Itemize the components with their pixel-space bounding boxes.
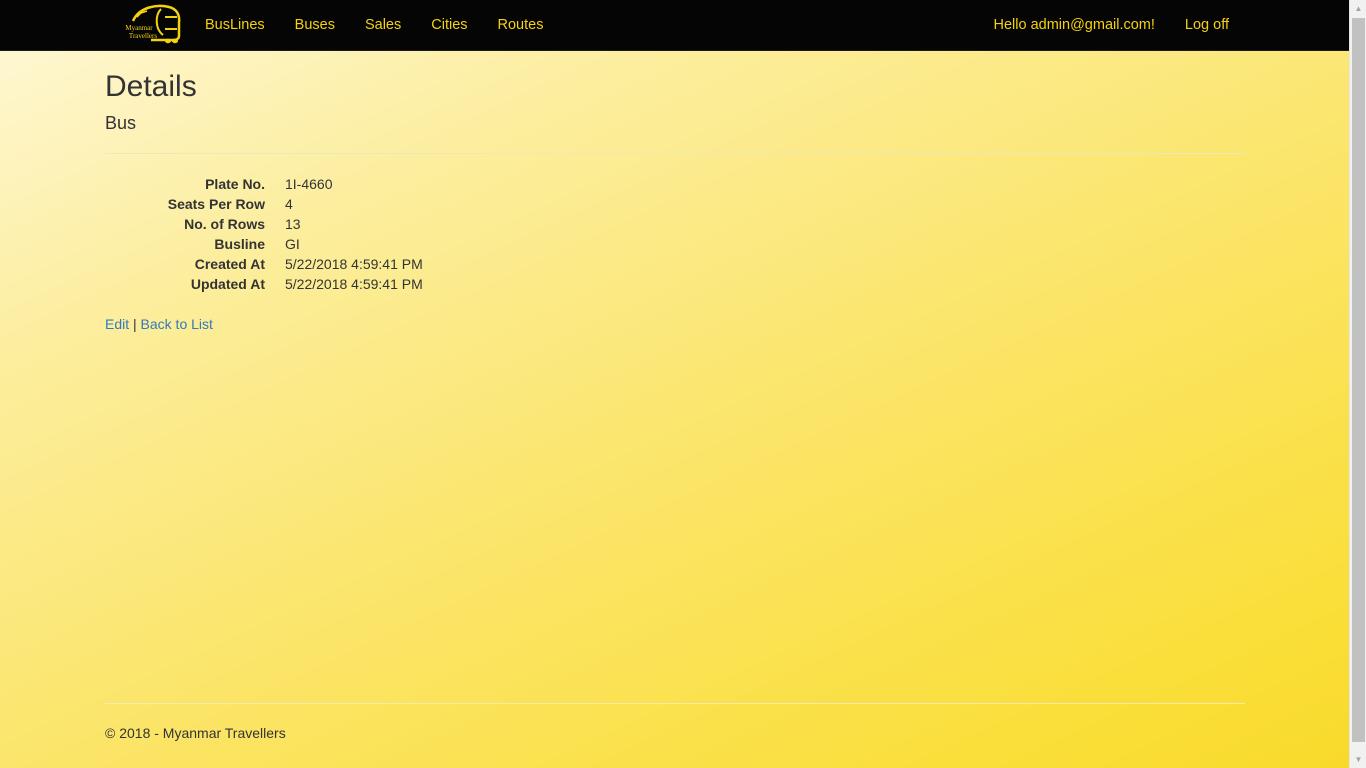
- scrollbar-thumb[interactable]: [1352, 18, 1365, 742]
- detail-label: Plate No.: [205, 176, 265, 192]
- nav-link-buslines[interactable]: BusLines: [190, 17, 280, 33]
- divider: [105, 153, 1245, 154]
- nav-link-routes[interactable]: Routes: [483, 17, 559, 33]
- detail-row-seats-per-row: Seats Per Row 4: [105, 194, 1245, 214]
- detail-row-rows: No. of Rows 13: [105, 214, 1245, 234]
- nav-link-cities[interactable]: Cities: [416, 17, 482, 33]
- detail-value: 1I-4660: [285, 176, 333, 192]
- vertical-scrollbar[interactable]: ▲ ▼: [1349, 0, 1366, 768]
- detail-value: 13: [285, 216, 301, 232]
- footer: © 2018 - Myanmar Travellers: [105, 703, 1245, 741]
- nav-link-buses[interactable]: Buses: [280, 17, 350, 33]
- detail-label: Updated At: [190, 276, 265, 292]
- details-section: Bus Plate No. 1I-4660 Seats Per Row 4 No…: [105, 113, 1245, 294]
- footer-copyright: © 2018 - Myanmar Travellers: [105, 725, 286, 741]
- detail-row-updated-at: Updated At 5/22/2018 4:59:41 PM: [105, 274, 1245, 294]
- detail-value: 5/22/2018 4:59:41 PM: [285, 256, 423, 272]
- nav-link-sales[interactable]: Sales: [350, 17, 416, 33]
- brand-line1: Myanmar: [125, 24, 153, 32]
- page-title: Details: [105, 70, 197, 103]
- brand-logo[interactable]: Myanmar Travellers: [117, 3, 183, 45]
- body-content: Details Bus Plate No. 1I-4660 Seats Per …: [105, 50, 1245, 348]
- user-greeting-link[interactable]: Hello admin@gmail.com!: [979, 17, 1170, 33]
- detail-value: GI: [285, 236, 300, 252]
- logoff-link[interactable]: Log off: [1170, 17, 1244, 33]
- detail-label: Busline: [214, 236, 265, 252]
- detail-row-busline: Busline GI: [105, 234, 1245, 254]
- user-nav: Hello admin@gmail.com! Log off: [979, 0, 1244, 50]
- detail-label: No. of Rows: [184, 216, 265, 232]
- main-nav: BusLines Buses Sales Cities Routes: [190, 0, 558, 50]
- detail-label: Seats Per Row: [167, 196, 265, 212]
- separator: |: [133, 316, 137, 332]
- details-list: Plate No. 1I-4660 Seats Per Row 4 No. of…: [105, 174, 1245, 294]
- brand-text: Myanmar Travellers: [117, 24, 161, 40]
- detail-value: 4: [285, 196, 293, 212]
- detail-label: Created At: [194, 256, 265, 272]
- detail-row-plate: Plate No. 1I-4660: [105, 174, 1245, 194]
- navbar: Myanmar Travellers BusLines Buses Sales …: [0, 0, 1349, 51]
- scroll-up-icon[interactable]: ▲: [1350, 0, 1366, 17]
- detail-value: 5/22/2018 4:59:41 PM: [285, 276, 423, 292]
- detail-row-created-at: Created At 5/22/2018 4:59:41 PM: [105, 254, 1245, 274]
- actions-row: Edit | Back to List: [105, 314, 1245, 334]
- back-to-list-link[interactable]: Back to List: [141, 316, 213, 332]
- scroll-down-icon[interactable]: ▼: [1350, 751, 1366, 768]
- entity-subtitle: Bus: [105, 113, 137, 133]
- brand-line2: Travellers: [128, 32, 158, 40]
- edit-link[interactable]: Edit: [105, 316, 129, 332]
